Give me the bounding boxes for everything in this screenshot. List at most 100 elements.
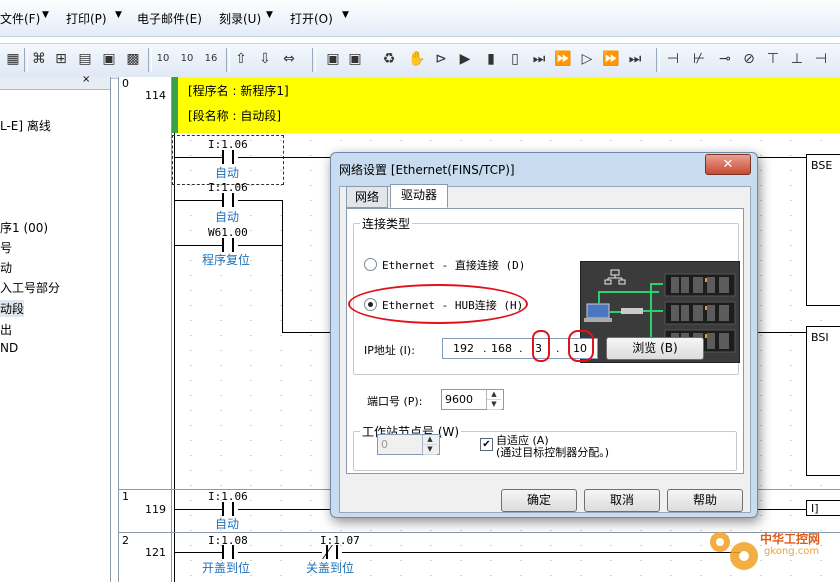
scan-icon[interactable]: ▷: [578, 50, 596, 68]
ip-label: IP地址 (I):: [364, 344, 415, 357]
rung-address: 114: [145, 89, 166, 102]
close-icon[interactable]: ×: [82, 74, 90, 85]
decimal-icon[interactable]: 10: [178, 50, 196, 68]
toolbar-separator: [312, 48, 316, 72]
coil-nc-icon[interactable]: ⊘: [740, 50, 758, 68]
function-block[interactable]: BSE: [806, 154, 840, 306]
tab-driver[interactable]: 驱动器: [390, 184, 448, 208]
radio-direct-label[interactable]: Ethernet - 直接连接 (D): [382, 257, 525, 273]
tree-item[interactable]: 入工号部分: [0, 279, 60, 296]
tree-item-program[interactable]: 序1 (00): [0, 219, 48, 236]
watermark: 中华工控网 gkong.com: [704, 520, 840, 582]
instruction-box[interactable]: I]: [806, 500, 840, 516]
table-icon[interactable]: ▤: [76, 50, 94, 68]
contact-no-icon[interactable]: ⊣: [664, 50, 682, 68]
tree-item-plc[interactable]: L-E] 离线: [0, 117, 51, 134]
group-label: 连接类型: [360, 215, 413, 232]
tree-item[interactable]: 号: [0, 239, 12, 256]
fast-forward-icon[interactable]: ⏩: [602, 50, 620, 68]
wire: [175, 552, 222, 553]
contact-comment: 自动: [215, 166, 240, 180]
coil-icon[interactable]: ⊸: [716, 50, 734, 68]
menu-file[interactable]: 文件(F): [0, 10, 40, 27]
tree-item-auto-section[interactable]: 动段: [0, 300, 25, 317]
compare-icon[interactable]: ⇔: [280, 50, 298, 68]
monitor-icon[interactable]: ▣: [346, 50, 364, 68]
online-icon[interactable]: ▣: [324, 50, 342, 68]
project-tree: × L-E] 离线 序1 (00) 号 动 入工号部分 动段 出 ND: [0, 74, 111, 582]
last-icon[interactable]: ⏭: [626, 50, 644, 68]
wire: [238, 552, 322, 553]
watermark-url: gkong.com: [764, 546, 820, 557]
network-icon[interactable]: ⊞: [52, 50, 70, 68]
instruction-label: I]: [811, 502, 819, 515]
spin-down-icon[interactable]: ▼: [487, 400, 501, 410]
wire: [238, 157, 330, 158]
port-value[interactable]: 9600: [445, 393, 473, 406]
help-button[interactable]: 帮助: [667, 489, 743, 512]
tree-item[interactable]: 出: [0, 321, 12, 338]
wire: [282, 200, 283, 332]
tree-icon[interactable]: ⌘: [30, 50, 48, 68]
network-settings-dialog: 网络设置 [Ethernet(FINS/TCP)] ✕ 网络 驱动器 连接类型 …: [330, 152, 758, 518]
contact-comment: 关盖到位: [306, 561, 355, 575]
menu-print[interactable]: 打印(P): [66, 10, 107, 27]
close-button[interactable]: ✕: [705, 154, 751, 175]
stop-icon[interactable]: ▯: [506, 50, 524, 68]
function-block[interactable]: BSI: [806, 326, 840, 476]
rung-number: 1: [122, 490, 129, 503]
menu-burn[interactable]: 刻录(U): [219, 10, 261, 27]
window-icon[interactable]: ▣: [100, 50, 118, 68]
hand-icon[interactable]: ✋: [408, 50, 426, 68]
wire: [756, 332, 806, 333]
rung-icon[interactable]: ⊤: [764, 50, 782, 68]
tree-item[interactable]: 动: [0, 259, 12, 276]
wire: [238, 200, 282, 201]
browse-button-label: 浏览 (B): [632, 341, 678, 355]
chevron-down-icon[interactable]: ▼: [42, 10, 49, 20]
tree-item-end[interactable]: ND: [0, 341, 18, 355]
wire: [175, 509, 222, 510]
function-block-label: BSI: [811, 331, 829, 344]
upload-icon[interactable]: ⇧: [232, 50, 250, 68]
rung-icon[interactable]: ⊥: [788, 50, 806, 68]
pause-icon[interactable]: ▮: [482, 50, 500, 68]
wire: [756, 157, 806, 158]
wire: [175, 200, 222, 201]
rung-icon[interactable]: ⊣: [812, 50, 830, 68]
tab-network[interactable]: 网络: [346, 186, 388, 208]
auto-assign-checkbox[interactable]: ✔: [480, 438, 493, 451]
spin-up-icon[interactable]: ▲: [487, 390, 501, 400]
rung-gutter: 0 114 1 119 2 121: [118, 77, 172, 582]
step-icon[interactable]: ⊳: [432, 50, 450, 68]
run-mode-icon[interactable]: ♻: [380, 50, 398, 68]
menu-email[interactable]: 电子邮件(E): [137, 10, 202, 27]
program-name: [程序名 : 新程序1]: [188, 84, 289, 98]
chevron-down-icon[interactable]: ▼: [342, 10, 349, 20]
contact-nc-icon[interactable]: ⊬: [690, 50, 708, 68]
port-stepper[interactable]: ▲ ▼: [486, 390, 501, 410]
radio-direct[interactable]: [364, 258, 377, 271]
hex-icon[interactable]: 16: [202, 50, 220, 68]
step-forward-icon[interactable]: ⏭: [530, 50, 548, 68]
tool-icon[interactable]: ▦: [4, 50, 22, 68]
cancel-button[interactable]: 取消: [584, 489, 660, 512]
decimal-icon[interactable]: 10: [154, 50, 172, 68]
contact-comment: 自动: [215, 210, 240, 224]
menu-open[interactable]: 打开(O): [290, 10, 333, 27]
ip-octet-1[interactable]: 192: [453, 339, 474, 358]
browse-button[interactable]: 浏览 (B): [606, 337, 704, 360]
section-name: [段名称 : 自动段]: [188, 109, 282, 123]
step-icon[interactable]: ⏩: [554, 50, 572, 68]
contact-comment: 自动: [215, 517, 240, 531]
ip-dot: .: [556, 342, 560, 355]
port-field[interactable]: 9600 ▲ ▼: [441, 389, 504, 410]
chevron-down-icon[interactable]: ▼: [115, 10, 122, 20]
ip-octet-2[interactable]: 168: [491, 339, 512, 358]
play-icon[interactable]: ▶: [456, 50, 474, 68]
chevron-down-icon[interactable]: ▼: [266, 10, 273, 20]
ok-button[interactable]: 确定: [501, 489, 577, 512]
grid-icon[interactable]: ▩: [124, 50, 142, 68]
download-icon[interactable]: ⇩: [256, 50, 274, 68]
annotation-ellipse: [348, 284, 528, 324]
